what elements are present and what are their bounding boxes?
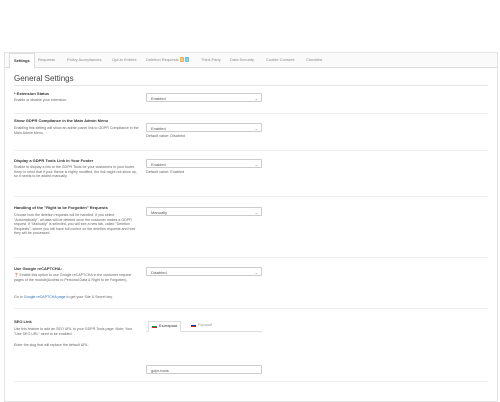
- tab-cookie-consent[interactable]: Cookie Consent: [266, 53, 294, 67]
- extension-status-label: * Extension Status: [14, 91, 50, 96]
- recaptcha-link-line: Go to Google reCAPTCHA page to get your …: [14, 295, 140, 300]
- deletion-badge-pending: 0: [179, 57, 184, 63]
- forgotten-select[interactable]: Manually ⌄: [146, 207, 262, 216]
- divider: [14, 308, 488, 309]
- section-title: General Settings: [14, 74, 74, 83]
- settings-panel: Settings Requests Policy Acceptances Opt…: [4, 52, 498, 402]
- chevron-down-icon: ⌄: [254, 96, 258, 101]
- select-value: Enabled: [151, 96, 166, 101]
- tab-deletion-requests[interactable]: Deletion Requests 0 0: [146, 53, 190, 67]
- divider: [14, 257, 488, 258]
- tab-opt-in-entries[interactable]: Opt-in Entries: [112, 53, 136, 67]
- seo-link-label: SEO Link: [14, 319, 32, 324]
- divider: [14, 113, 488, 114]
- recaptcha-select[interactable]: Disabled ⌄: [146, 267, 262, 276]
- tab-third-party[interactable]: Third-Party: [201, 53, 221, 67]
- recaptcha-page-link[interactable]: Google reCAPTCHA page: [24, 295, 66, 299]
- show-gdpr-default-note: Default value: Disabled: [146, 134, 186, 138]
- language-tabs: Български Pyccкий: [146, 321, 262, 332]
- language-label: Pyccкий: [198, 323, 213, 327]
- recaptcha-label: Use Google reCAPTCHA:: [14, 266, 63, 271]
- select-value: Enabled: [151, 126, 166, 131]
- tab-label: Cookie Consent: [266, 57, 295, 62]
- tab-data-security[interactable]: Data Security: [230, 53, 254, 67]
- tab-label: Requests: [38, 57, 55, 62]
- tab-label: Settings: [14, 58, 30, 63]
- seo-link-desc: Use this feature to add an SEO URL to yo…: [14, 327, 133, 336]
- extension-status-select[interactable]: Enabled ⌄: [146, 93, 262, 102]
- footer-link-label: Display a GDPR Tools Link in Your Footer: [14, 158, 94, 163]
- tab-policy-acceptances[interactable]: Policy Acceptances: [67, 53, 101, 67]
- show-gdpr-select[interactable]: Enabled ⌄: [146, 123, 262, 132]
- show-gdpr-label: Show GDPR Compliance in the Main Admin M…: [14, 118, 109, 123]
- chevron-down-icon: ⌄: [254, 210, 258, 215]
- tab-language-russian[interactable]: Pyccкий: [188, 321, 215, 330]
- tab-requests[interactable]: Requests: [38, 53, 55, 67]
- select-value: Disabled: [151, 270, 167, 275]
- extension-status-desc: Enable or disable your extension.: [14, 98, 68, 102]
- footer-link-select[interactable]: Enabled ⌄: [146, 159, 262, 168]
- forgotten-desc: Choose how the deletion requests will be…: [14, 213, 136, 236]
- select-value: Manually: [151, 210, 168, 215]
- seo-link-slug-desc: Enter the slug that will replace the def…: [14, 343, 89, 347]
- divider: [14, 381, 488, 382]
- tab-label: Third-Party: [201, 57, 221, 62]
- language-label: Български: [159, 324, 178, 328]
- chevron-down-icon: ⌄: [254, 126, 258, 131]
- deletion-badge-count: 0: [184, 57, 190, 63]
- tab-settings[interactable]: Settings: [9, 53, 35, 69]
- divider: [14, 196, 488, 197]
- tab-language-bulgarian[interactable]: Български: [148, 321, 182, 332]
- recaptcha-link-suffix: to get your Site & Secret key.: [65, 295, 113, 299]
- select-value: Enabled: [151, 162, 166, 167]
- tab-checklist[interactable]: Checklist: [306, 53, 322, 67]
- show-gdpr-desc: Enabling this setting will show an admin…: [14, 126, 139, 135]
- tab-label: Policy Acceptances: [67, 57, 102, 62]
- tab-label: Opt-in Entries: [112, 57, 137, 62]
- divider: [14, 85, 488, 86]
- tab-label: Deletion Requests: [146, 57, 179, 62]
- divider: [14, 150, 488, 151]
- chevron-down-icon: ⌄: [254, 270, 258, 275]
- tab-label: Checklist: [306, 57, 323, 62]
- footer-link-default-note: Default value: Enabled: [146, 170, 185, 174]
- bulgaria-flag-icon: [152, 324, 157, 328]
- recaptcha-desc: ❓ Enable this option to use Google reCAP…: [14, 273, 132, 282]
- top-bar: [0, 0, 500, 42]
- russia-flag-icon: [191, 323, 196, 327]
- forgotten-label: Handling of the "Right to be Forgotten" …: [14, 205, 108, 210]
- tab-label: Data Security: [230, 57, 255, 62]
- tab-bar: Settings Requests Policy Acceptances Opt…: [5, 53, 497, 69]
- chevron-down-icon: ⌄: [254, 162, 258, 167]
- recaptcha-link-prefix: Go to: [14, 295, 24, 299]
- seo-slug-input[interactable]: gdpr-tools: [146, 365, 262, 374]
- footer-link-desc: Enable to display a link to the GDPR Too…: [14, 165, 137, 179]
